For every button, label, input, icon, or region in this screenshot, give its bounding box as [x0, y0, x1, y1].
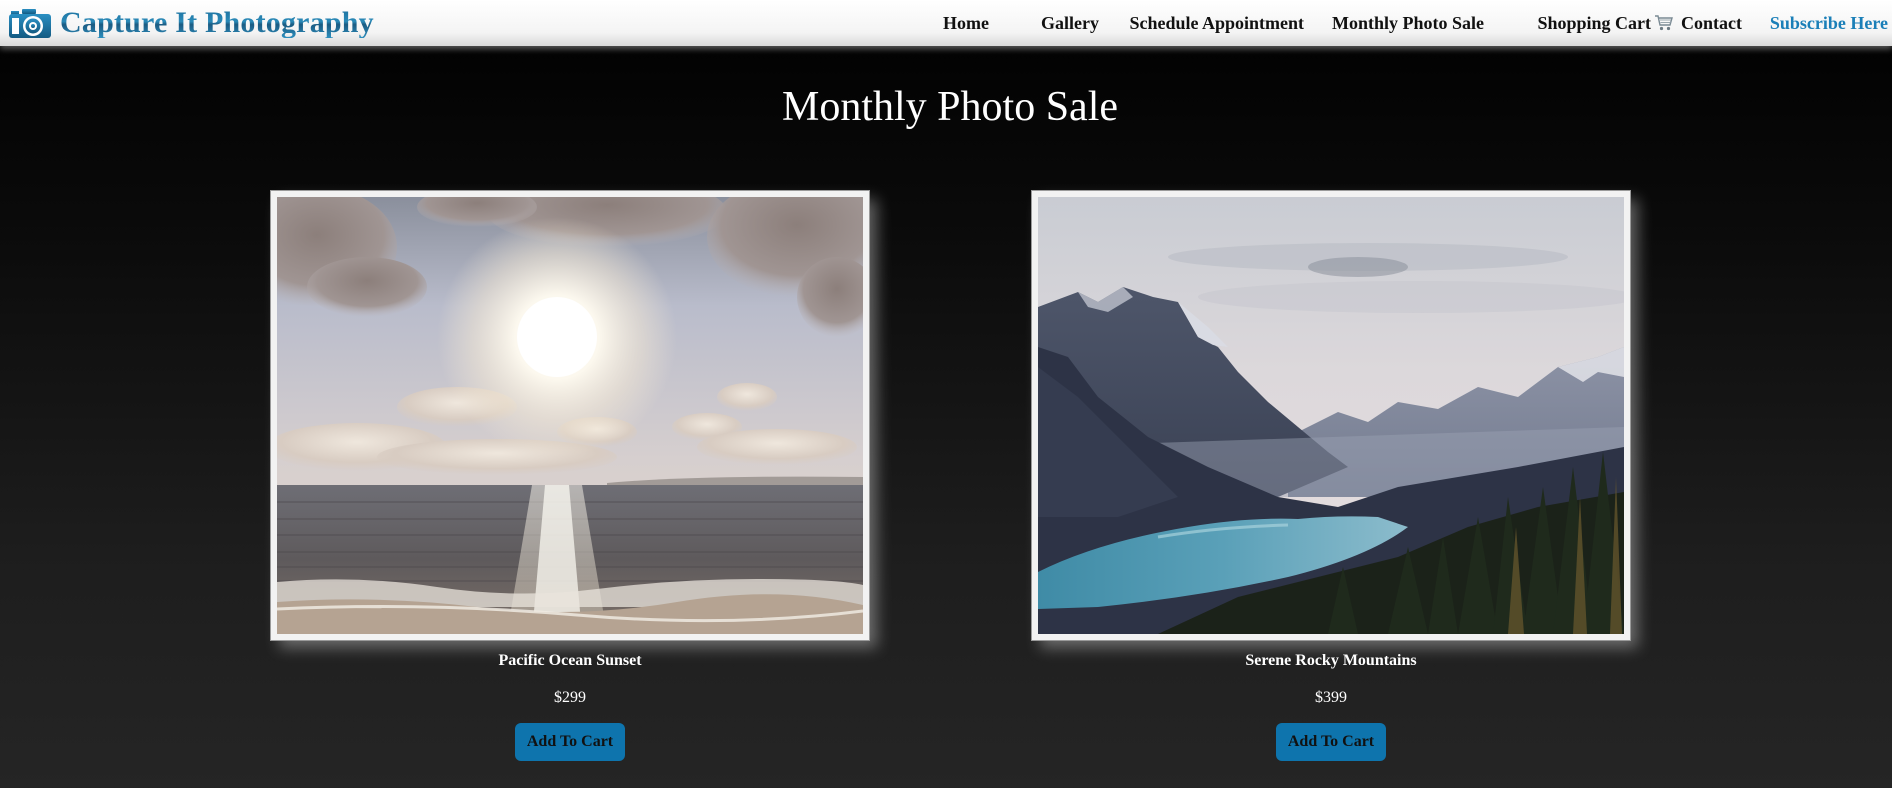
nav-shopping-cart-label: Shopping Cart: [1537, 12, 1651, 33]
product-name: Pacific Ocean Sunset: [498, 652, 642, 669]
nav-monthly-photo-sale[interactable]: Monthly Photo Sale: [1332, 13, 1484, 34]
add-to-cart-button[interactable]: Add To Cart: [515, 723, 625, 761]
shopping-cart-icon: [1655, 15, 1673, 31]
nav-shopping-cart[interactable]: Shopping Cart: [1537, 13, 1674, 34]
product-card: Serene Rocky Mountains $399 Add To Cart: [1031, 190, 1631, 761]
button-wrapper: Add To Cart: [271, 723, 869, 761]
product-photo-frame[interactable]: [1031, 190, 1631, 641]
mountain-lake-photo: [1038, 197, 1624, 634]
nav-contact[interactable]: Contact: [1681, 13, 1742, 34]
add-to-cart-button[interactable]: Add To Cart: [1276, 723, 1386, 761]
product-price: $299: [554, 689, 586, 706]
page-title: Monthly Photo Sale: [781, 84, 1119, 130]
ocean-sunset-photo: [277, 197, 863, 634]
nav-schedule-appointment[interactable]: Schedule Appointment: [1129, 13, 1304, 34]
product-photo-frame[interactable]: [270, 190, 870, 641]
nav-home[interactable]: Home: [943, 13, 989, 34]
nav-subscribe-here[interactable]: Subscribe Here: [1770, 13, 1888, 34]
camera-icon: [9, 9, 51, 38]
product-card: Pacific Ocean Sunset $299 Add To Cart: [270, 190, 870, 761]
nav-gallery[interactable]: Gallery: [1041, 13, 1099, 34]
brand-name: Capture It Photography: [60, 6, 374, 39]
product-price: $399: [1315, 689, 1347, 706]
brand[interactable]: Capture It Photography: [8, 2, 374, 44]
button-wrapper: Add To Cart: [1032, 723, 1630, 761]
product-name: Serene Rocky Mountains: [1245, 652, 1417, 669]
top-navigation-bar: Capture It Photography Home Gallery Sche…: [0, 0, 1892, 46]
